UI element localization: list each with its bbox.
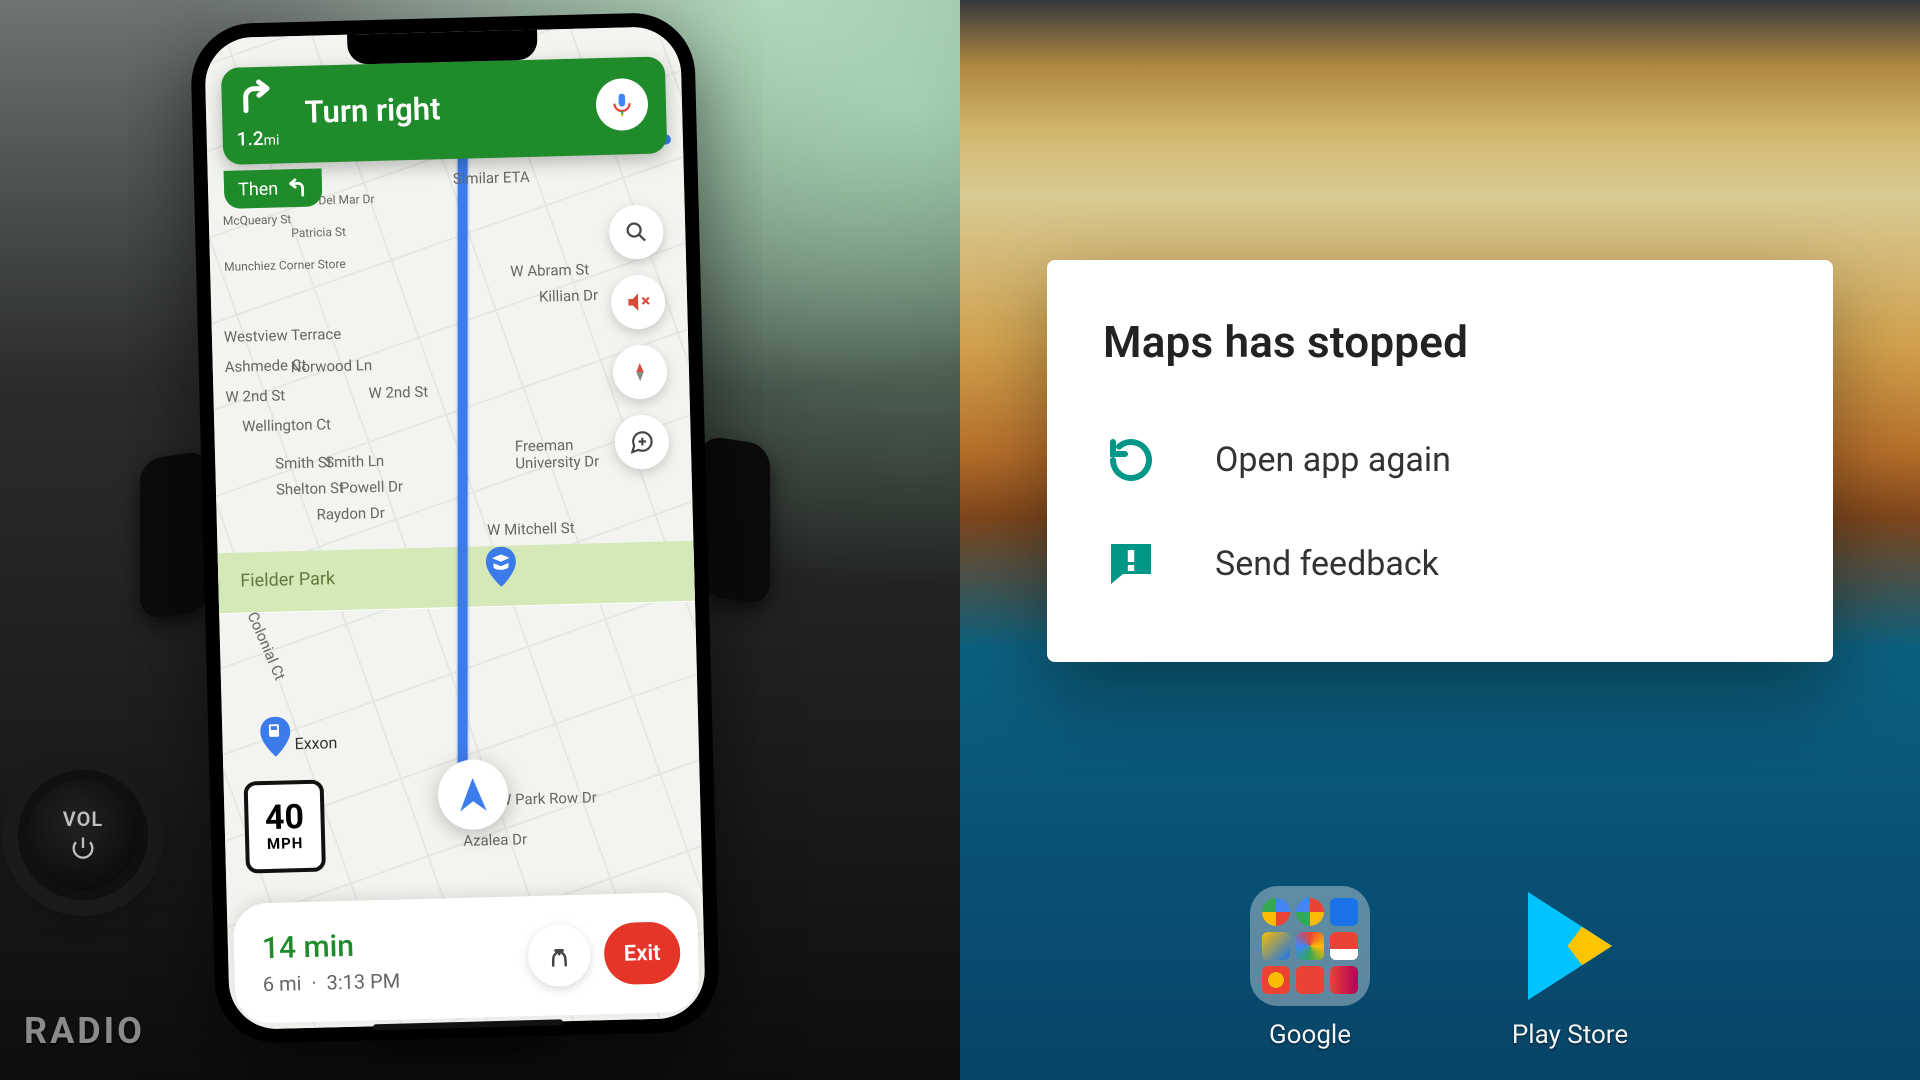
eta-duration: 14 min bbox=[261, 927, 399, 966]
android-home-panel: Maps has stopped Open app again Send fee… bbox=[960, 0, 1920, 1080]
street-label: McQueary St bbox=[223, 212, 292, 228]
eta-bar[interactable]: 14 min 6 mi · 3:13 PM Exit bbox=[233, 892, 700, 1024]
send-feedback-label: Send feedback bbox=[1215, 544, 1439, 584]
gas-station-label: Exxon bbox=[294, 733, 337, 753]
google-folder[interactable]: Google bbox=[1240, 886, 1380, 1050]
search-icon bbox=[623, 219, 650, 246]
street-label: Patricia St bbox=[291, 225, 346, 240]
street-label: W Mitchell St bbox=[487, 519, 575, 539]
street-label: Colonial Ct bbox=[244, 609, 289, 683]
street-label: W Abram St bbox=[510, 260, 589, 280]
exit-label: Exit bbox=[624, 940, 661, 966]
car-radio-label: RADIO bbox=[24, 1010, 145, 1052]
google-folder-icon bbox=[1250, 886, 1370, 1006]
direction-instruction: Turn right bbox=[304, 86, 596, 131]
play-store-icon bbox=[1510, 886, 1630, 1006]
street-label: Killian Dr bbox=[539, 286, 599, 306]
street-label: W 2nd St bbox=[225, 386, 285, 406]
then-label: Then bbox=[238, 178, 279, 200]
car-volume-knob: VOL bbox=[18, 770, 148, 900]
exit-navigation-button[interactable]: Exit bbox=[603, 921, 681, 985]
feedback-icon bbox=[1103, 536, 1159, 592]
street-label: Shelton St bbox=[276, 479, 344, 499]
street-label: W 2nd St bbox=[368, 383, 428, 403]
turn-left-arrow-icon bbox=[286, 177, 309, 200]
speed-limit-sign: 40 MPH bbox=[244, 780, 326, 874]
street-label: W Park Row Dr bbox=[498, 788, 597, 809]
open-app-again-label: Open app again bbox=[1215, 440, 1451, 480]
street-label: Powell Dr bbox=[340, 477, 404, 497]
power-icon bbox=[69, 834, 97, 862]
add-report-icon bbox=[628, 429, 655, 456]
microphone-icon bbox=[609, 91, 636, 118]
speed-limit-unit: MPH bbox=[267, 834, 304, 853]
app-crash-dialog: Maps has stopped Open app again Send fee… bbox=[1047, 260, 1833, 662]
street-label: Del Mar Dr bbox=[318, 192, 374, 207]
send-feedback-option[interactable]: Send feedback bbox=[1103, 512, 1777, 616]
phone-notch bbox=[347, 30, 538, 65]
street-label: Westview Terrace bbox=[224, 325, 342, 346]
street-label: Smith Ln bbox=[325, 452, 384, 472]
direction-banner[interactable]: 1.2mi Turn right Then bbox=[221, 56, 667, 165]
speed-limit-value: 40 bbox=[265, 800, 305, 835]
turn-right-arrow-icon bbox=[235, 77, 276, 118]
gas-station-pin[interactable] bbox=[260, 716, 291, 747]
direction-distance-unit: mi bbox=[263, 132, 279, 148]
street-label: Wellington Ct bbox=[242, 415, 331, 435]
route-line bbox=[458, 147, 468, 807]
voice-search-button[interactable] bbox=[595, 77, 648, 130]
alternate-routes-button[interactable] bbox=[527, 924, 591, 988]
phone-frame: Fielder Park Similar ETA W Abram St Kill… bbox=[190, 12, 721, 1045]
mount-arm-right bbox=[700, 435, 770, 605]
street-label: Raydon Dr bbox=[316, 504, 385, 524]
current-location-marker bbox=[437, 759, 509, 831]
then-direction-chip[interactable]: Then bbox=[224, 168, 323, 209]
play-store-label: Play Store bbox=[1512, 1020, 1628, 1050]
navigation-arrow-icon bbox=[452, 774, 493, 815]
park-label: Fielder Park bbox=[240, 568, 335, 591]
university-pin[interactable] bbox=[486, 546, 517, 577]
open-app-again-option[interactable]: Open app again bbox=[1103, 408, 1777, 512]
map-note: Similar ETA bbox=[453, 168, 530, 188]
street-label: Norwood Ln bbox=[291, 356, 373, 376]
home-dock: Google Play Store bbox=[960, 886, 1920, 1050]
volume-mute-icon bbox=[625, 289, 652, 316]
refresh-icon bbox=[1103, 432, 1159, 488]
mount-arm-left bbox=[140, 450, 210, 620]
compass-icon bbox=[629, 361, 652, 384]
eta-arrival: 3:13 PM bbox=[326, 968, 400, 994]
routes-icon bbox=[544, 940, 575, 971]
car-volume-label: VOL bbox=[63, 807, 103, 831]
street-label: Smith St bbox=[275, 453, 332, 472]
street-label: Azalea Dr bbox=[463, 830, 527, 850]
car-photo-panel: VOL RADIO Fielder Park Similar ETA W Abr… bbox=[0, 0, 960, 1080]
google-folder-label: Google bbox=[1269, 1020, 1351, 1050]
poi-label: Munchiez Corner Store bbox=[224, 257, 346, 274]
park-area: Fielder Park bbox=[218, 541, 695, 613]
crash-dialog-title: Maps has stopped bbox=[1103, 316, 1777, 368]
play-store-app[interactable]: Play Store bbox=[1500, 886, 1640, 1050]
maps-screen: Fielder Park Similar ETA W Abram St Kill… bbox=[204, 26, 706, 1030]
eta-distance: 6 mi bbox=[263, 971, 302, 996]
direction-distance: 1.2 bbox=[236, 127, 263, 151]
